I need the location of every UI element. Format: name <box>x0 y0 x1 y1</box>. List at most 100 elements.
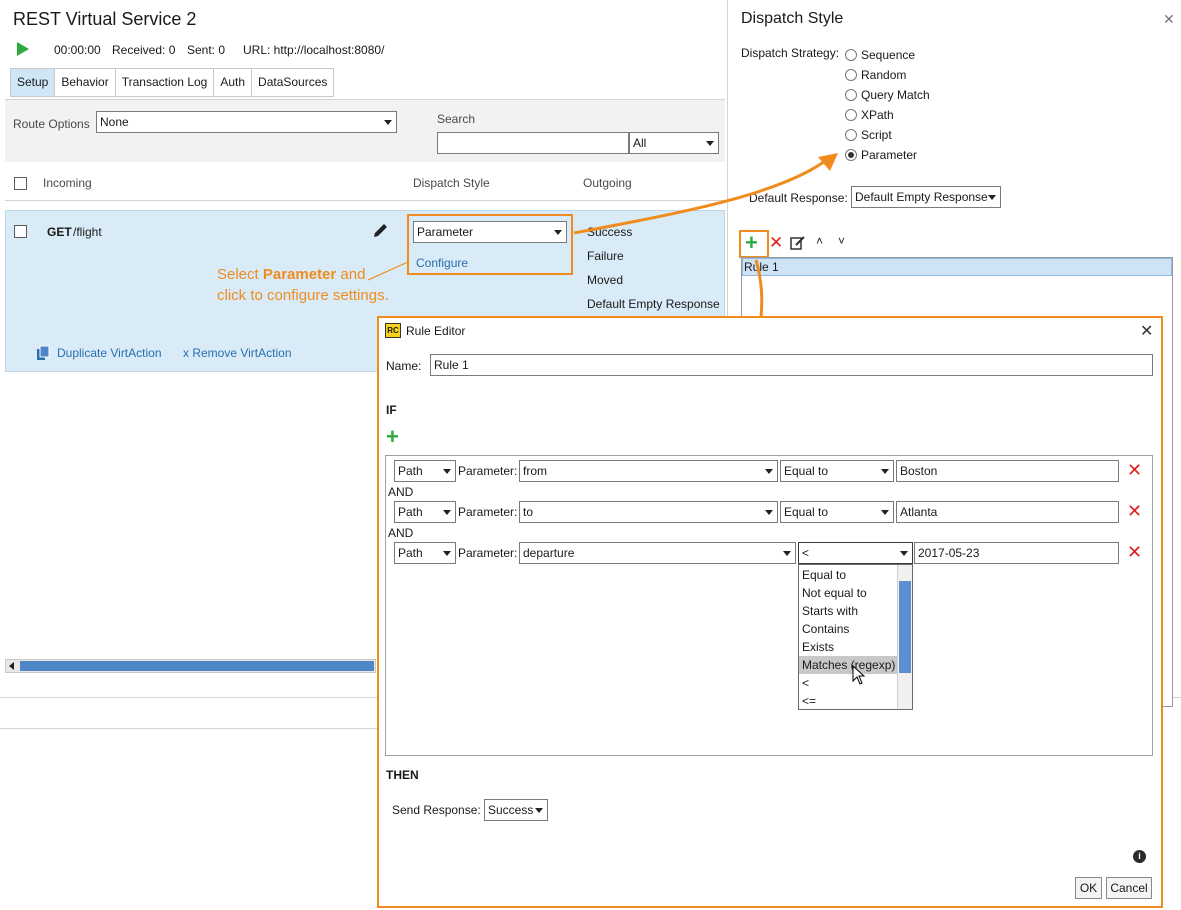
then-label: THEN <box>386 768 419 782</box>
configure-link[interactable]: Configure <box>416 256 468 270</box>
condition-operator-value: Equal to <box>784 464 829 478</box>
outgoing-moved[interactable]: Moved <box>587 273 623 287</box>
scroll-left-icon[interactable] <box>9 662 14 670</box>
condition-source-value: Path <box>398 464 423 478</box>
received-count: Received: 0 <box>112 43 176 57</box>
condition-source-select[interactable]: Path <box>394 501 456 523</box>
incoming-column-header: Incoming <box>43 176 92 190</box>
scrollbar-thumb[interactable] <box>20 661 374 671</box>
operator-option[interactable]: Not equal to <box>799 584 897 602</box>
dropdown-scrollbar[interactable] <box>897 565 912 709</box>
service-url: URL: http://localhost:8080/ <box>243 43 385 57</box>
app-logo-icon: RC <box>385 323 401 338</box>
send-response-select[interactable]: Success <box>484 799 548 821</box>
close-dialog-icon[interactable]: ✕ <box>1140 321 1153 341</box>
operator-option-hovered[interactable]: Matches (regexp) <box>799 656 897 674</box>
info-icon[interactable]: i <box>1133 850 1146 863</box>
route-options-label: Route Options <box>13 117 90 131</box>
condition-source-value: Path <box>398 546 423 560</box>
condition-operator-select-open[interactable]: < <box>798 542 913 564</box>
callout-text-line2: click to configure settings. <box>217 287 389 304</box>
tab-bar: Setup Behavior Transaction Log Auth Data… <box>10 68 335 97</box>
remove-virtaction-link[interactable]: x Remove VirtAction <box>183 346 292 360</box>
select-all-checkbox[interactable] <box>14 177 27 190</box>
operator-option[interactable]: Exists <box>799 638 897 656</box>
condition-source-select[interactable]: Path <box>394 460 456 482</box>
rule-list-item[interactable]: Rule 1 <box>742 258 1172 276</box>
outgoing-default-empty[interactable]: Default Empty Response <box>587 297 720 311</box>
chevron-down-icon <box>765 469 773 474</box>
dispatch-style-title: Dispatch Style <box>741 10 844 27</box>
close-icon[interactable]: ✕ <box>1163 11 1175 28</box>
radio-sequence[interactable] <box>845 49 857 61</box>
duplicate-virtaction-link[interactable]: Duplicate VirtAction <box>57 346 162 360</box>
search-label: Search <box>437 112 476 126</box>
condition-operator-select[interactable]: Equal to <box>780 460 894 482</box>
and-label: AND <box>388 485 414 499</box>
condition-operator-value: Equal to <box>784 505 829 519</box>
tab-auth[interactable]: Auth <box>214 69 253 96</box>
condition-operator-select[interactable]: Equal to <box>780 501 894 523</box>
callout-text-bold: Parameter <box>262 266 337 283</box>
condition-parameter-label: Parameter: <box>458 505 518 519</box>
ok-button[interactable]: OK <box>1075 877 1102 899</box>
radio-query-match[interactable] <box>845 89 857 101</box>
operator-option[interactable]: Contains <box>799 620 897 638</box>
operator-option[interactable]: < <box>799 674 897 692</box>
chevron-down-icon <box>783 551 791 556</box>
tab-transaction-log[interactable]: Transaction Log <box>115 69 215 96</box>
chevron-down-icon <box>900 551 908 556</box>
dispatch-strategy-label: Dispatch Strategy: <box>741 46 840 60</box>
add-condition-icon[interactable]: + <box>386 424 399 450</box>
outgoing-failure[interactable]: Failure <box>587 249 624 263</box>
dispatch-style-select[interactable]: Parameter <box>413 221 567 243</box>
radio-label-random: Random <box>861 68 907 82</box>
arrow-to-parameter <box>573 153 838 235</box>
horizontal-scrollbar[interactable] <box>5 659 376 673</box>
operator-option[interactable]: Starts with <box>799 602 897 620</box>
condition-parameter-value: from <box>523 464 547 478</box>
delete-condition-icon[interactable]: ✕ <box>1127 461 1142 479</box>
operator-option[interactable]: Equal to <box>799 566 897 584</box>
sent-count: Sent: 0 <box>187 43 226 57</box>
tab-behavior[interactable]: Behavior <box>55 69 116 96</box>
play-icon[interactable] <box>17 42 29 56</box>
duplicate-icon[interactable] <box>36 345 50 361</box>
route-options-select[interactable]: None <box>96 111 397 133</box>
tab-setup[interactable]: Setup <box>11 69 56 96</box>
dispatch-column-header: Dispatch Style <box>413 176 490 190</box>
default-response-select[interactable]: Default Empty Response <box>851 186 1001 208</box>
mouse-cursor-icon <box>852 665 866 685</box>
radio-script[interactable] <box>845 129 857 141</box>
radio-label-sequence: Sequence <box>861 48 916 62</box>
tab-datasources[interactable]: DataSources <box>252 69 334 96</box>
delete-condition-icon[interactable]: ✕ <box>1127 502 1142 520</box>
radio-label-script: Script <box>861 128 892 142</box>
operator-option[interactable]: <= <box>799 692 897 710</box>
elapsed-time: 00:00:00 <box>54 43 101 57</box>
chevron-down-icon <box>384 120 392 125</box>
condition-parameter-value: to <box>523 505 534 519</box>
condition-value-input[interactable]: Atlanta <box>896 501 1119 523</box>
radio-xpath[interactable] <box>845 109 857 121</box>
condition-parameter-select[interactable]: from <box>519 460 778 482</box>
rule-name-input[interactable]: Rule 1 <box>430 354 1153 376</box>
rule-editor-title: Rule Editor <box>406 324 466 338</box>
pencil-icon[interactable] <box>372 222 389 239</box>
condition-value-input[interactable]: Boston <box>896 460 1119 482</box>
cancel-button[interactable]: Cancel <box>1106 877 1152 899</box>
dropdown-scrollbar-thumb[interactable] <box>899 581 911 673</box>
condition-parameter-label: Parameter: <box>458 464 518 478</box>
condition-parameter-select[interactable]: to <box>519 501 778 523</box>
service-title: REST Virtual Service 2 <box>13 9 197 29</box>
condition-source-select[interactable]: Path <box>394 542 456 564</box>
row-checkbox[interactable] <box>14 225 27 238</box>
condition-value-input[interactable]: 2017-05-23 <box>914 542 1119 564</box>
delete-condition-icon[interactable]: ✕ <box>1127 543 1142 561</box>
callout-pointer-line <box>367 261 409 281</box>
dispatch-style-value: Parameter <box>417 225 474 239</box>
chevron-down-icon <box>535 808 543 813</box>
condition-parameter-select[interactable]: departure <box>519 542 796 564</box>
chevron-down-icon <box>443 510 451 515</box>
radio-random[interactable] <box>845 69 857 81</box>
